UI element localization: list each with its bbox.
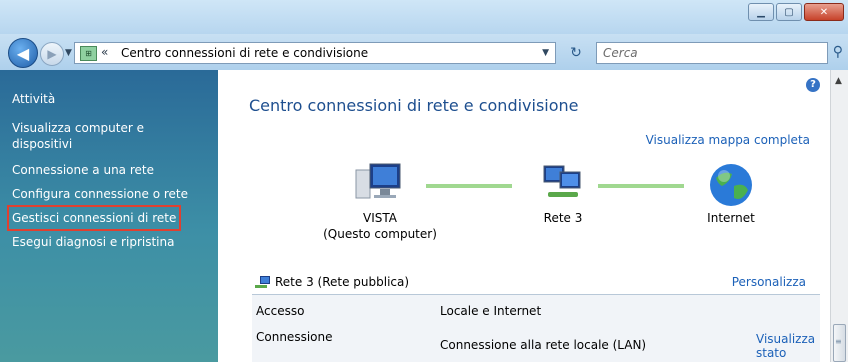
search-box[interactable]: Cerca ⚲	[596, 42, 843, 64]
network-hub-icon[interactable]	[538, 162, 588, 202]
search-icon[interactable]: ⚲	[833, 44, 843, 60]
network-icon	[255, 276, 270, 288]
minimize-button[interactable]: ▁	[748, 3, 774, 21]
breadcrumb-chevron[interactable]: «	[101, 45, 108, 59]
close-icon: ✕	[819, 6, 829, 18]
forward-arrow-icon: ▶	[47, 47, 57, 61]
view-status-link[interactable]: Visualizza stato	[756, 332, 818, 360]
network-folder-icon: ⊞	[80, 46, 97, 61]
refresh-icon: ↻	[570, 45, 582, 61]
recent-pages-dropdown-icon[interactable]: ▼	[65, 48, 72, 58]
computer-subtitle: (Questo computer)	[323, 227, 437, 241]
sidebar-item-diagnose-repair[interactable]: Esegui diagnosi e ripristina	[12, 234, 174, 250]
address-text[interactable]: Centro connessioni di rete e condivision…	[121, 46, 368, 60]
grip-icon: ≡	[835, 337, 842, 346]
customize-link[interactable]: Personalizza	[732, 275, 806, 289]
network-title: Rete 3 (Rete pubblica)	[275, 275, 410, 289]
connection-value: Connessione alla rete locale (LAN)	[440, 338, 647, 352]
sidebar-title: Attività	[12, 92, 56, 106]
sidebar-item-manage-connections[interactable]: Gestisci connessioni di rete	[6, 205, 182, 231]
sidebar-item-view-computers[interactable]: Visualizza computer e dispositivi	[12, 120, 182, 152]
title-bar: ▁ ▢ ✕	[0, 0, 848, 34]
help-icon: ?	[810, 79, 816, 90]
minimize-icon: ▁	[757, 6, 765, 18]
computer-icon[interactable]	[354, 162, 404, 202]
maximize-button[interactable]: ▢	[776, 3, 802, 21]
back-arrow-icon: ◀	[16, 43, 30, 63]
address-dropdown-icon[interactable]: ▼	[542, 48, 549, 58]
computer-name: VISTA	[363, 211, 397, 225]
navigation-bar: ◀ ▶ ▼ ⊞ « Centro connessioni di rete e c…	[0, 34, 848, 70]
refresh-button[interactable]: ↻	[562, 42, 590, 64]
back-button[interactable]: ◀	[8, 38, 38, 68]
connection-line	[426, 184, 512, 188]
address-bar[interactable]: ⊞ « Centro connessioni di rete e condivi…	[74, 42, 556, 64]
scrollbar-thumb[interactable]: ≡	[833, 324, 846, 362]
sidebar-item-setup-connection[interactable]: Configura connessione o rete	[12, 186, 188, 202]
scroll-up-icon[interactable]: ▲	[835, 76, 842, 86]
main-content: ? Centro connessioni di rete e condivisi…	[218, 70, 830, 362]
task-sidebar: Attività Visualizza computer e dispositi…	[0, 70, 218, 362]
access-value: Locale e Internet	[440, 304, 542, 318]
page-title: Centro connessioni di rete e condivision…	[249, 96, 579, 115]
access-label: Accesso	[256, 304, 305, 318]
network-name: Rete 3	[543, 211, 583, 225]
close-button[interactable]: ✕	[804, 3, 844, 21]
vertical-scrollbar[interactable]: ▲ ≡	[830, 70, 848, 362]
forward-button[interactable]: ▶	[40, 42, 64, 66]
sidebar-item-connect-network[interactable]: Connessione a una rete	[12, 162, 154, 178]
view-full-map-link[interactable]: Visualizza mappa completa	[646, 133, 810, 147]
maximize-icon: ▢	[784, 6, 794, 18]
help-button[interactable]: ?	[806, 78, 820, 92]
search-placeholder[interactable]: Cerca	[603, 46, 638, 60]
internet-label: Internet	[707, 211, 755, 225]
divider	[252, 294, 820, 295]
connection-label: Connessione	[256, 330, 333, 344]
globe-icon[interactable]	[706, 162, 756, 208]
connection-line	[598, 184, 684, 188]
